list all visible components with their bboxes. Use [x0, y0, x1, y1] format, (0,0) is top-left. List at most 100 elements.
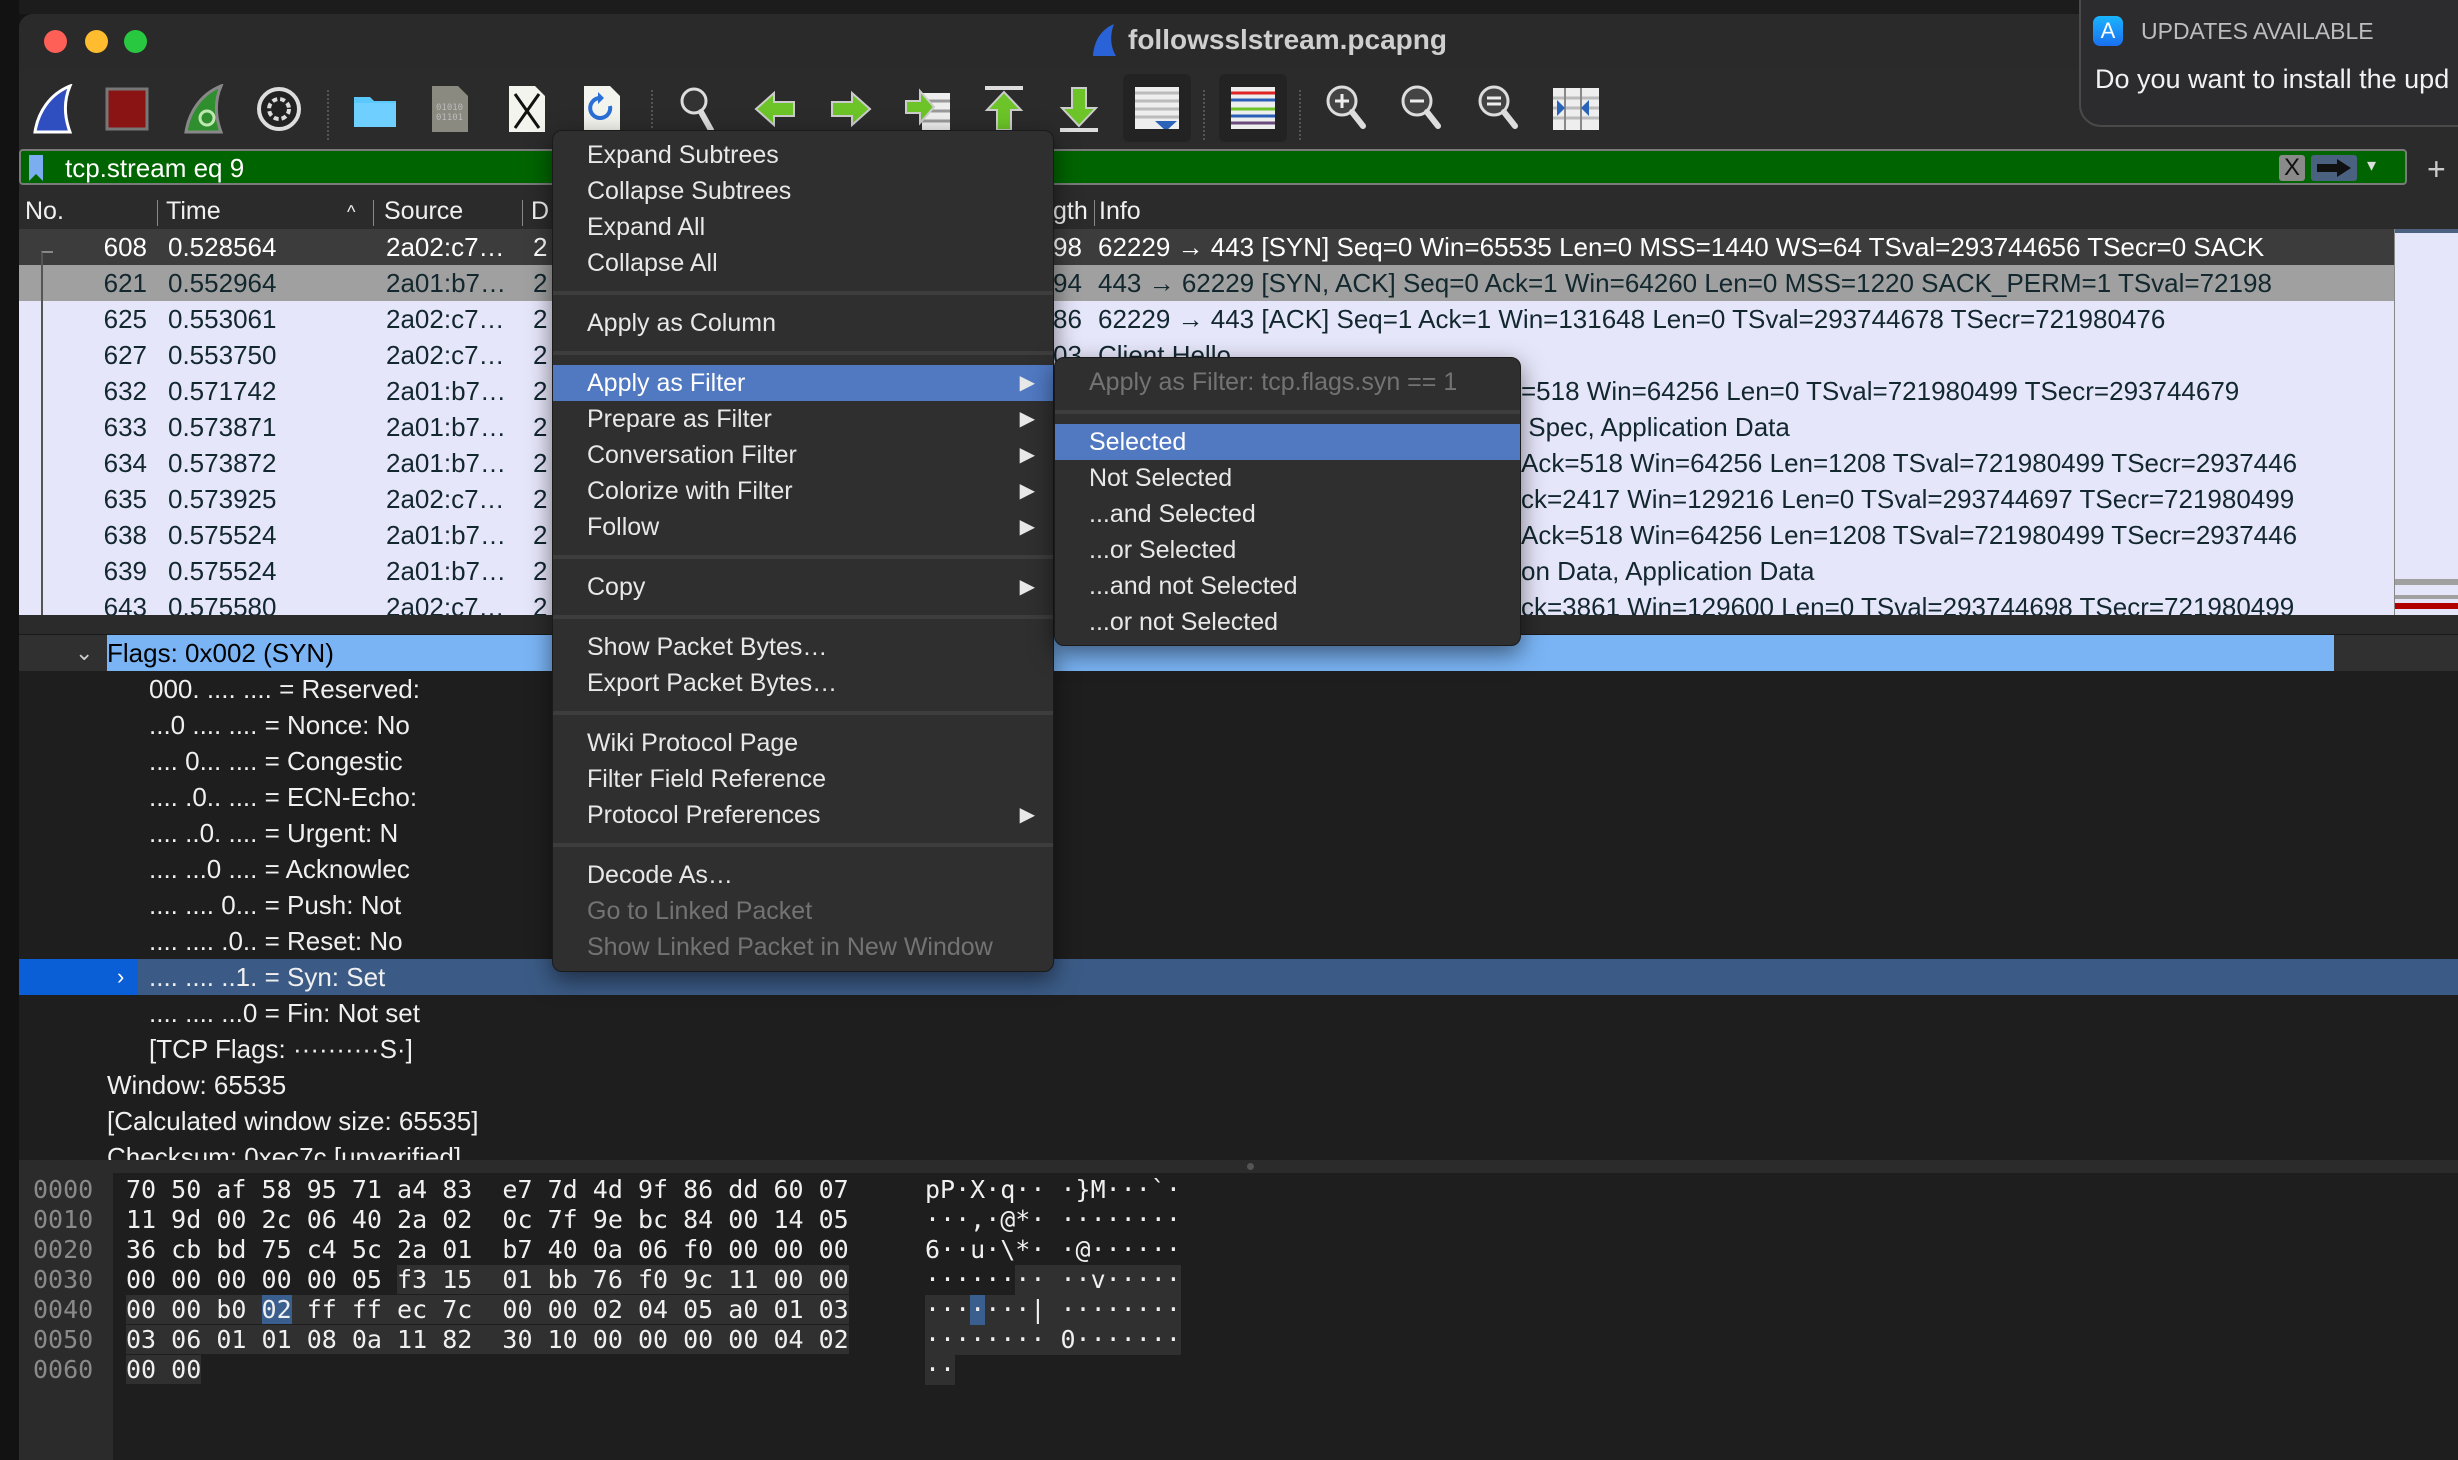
- hex-byte[interactable]: a0: [728, 1295, 759, 1324]
- menu-item-not-selected[interactable]: Not Selected: [1055, 460, 1520, 496]
- hex-byte[interactable]: 00: [637, 1325, 669, 1354]
- hex-byte[interactable]: 00: [547, 1295, 578, 1324]
- hex-byte[interactable]: 00: [126, 1295, 157, 1324]
- menu-item-wiki-protocol-page[interactable]: Wiki Protocol Page: [553, 725, 1053, 761]
- column-divider[interactable]: [522, 200, 523, 226]
- restart-capture-icon[interactable]: [178, 80, 230, 138]
- hex-byte[interactable]: 05: [819, 1205, 849, 1234]
- hex-ascii[interactable]: ·······| ········: [925, 1295, 1181, 1325]
- detail-row[interactable]: .... ..0. .... = Urgent: N: [19, 815, 2458, 851]
- menu-item-expand-all[interactable]: Expand All: [553, 209, 1053, 245]
- hex-byte[interactable]: bb: [547, 1265, 578, 1294]
- display-filter-bar[interactable]: tcp.stream eq 9 X ▾: [19, 149, 2407, 185]
- hex-byte[interactable]: f0: [683, 1235, 713, 1264]
- menu-item-copy[interactable]: Copy ▶: [553, 569, 1053, 605]
- hex-byte[interactable]: 00: [773, 1265, 804, 1294]
- detail-row[interactable]: › .... .... ..1. = Syn: Set: [19, 959, 2458, 995]
- hex-byte[interactable]: 05: [352, 1265, 382, 1294]
- hex-byte[interactable]: 00: [171, 1265, 201, 1294]
- hex-byte[interactable]: 9d: [171, 1205, 201, 1234]
- detail-row[interactable]: .... .... ...0 = Fin: Not set: [19, 995, 2458, 1031]
- hex-byte[interactable]: 00: [171, 1295, 202, 1324]
- hex-byte[interactable]: f0: [637, 1265, 669, 1294]
- hex-byte[interactable]: 00: [773, 1235, 803, 1264]
- autoscroll-icon[interactable]: [1123, 74, 1191, 142]
- hex-byte[interactable]: cb: [171, 1235, 201, 1264]
- close-window-button[interactable]: [44, 30, 67, 53]
- menu-item-expand-subtrees[interactable]: Expand Subtrees: [553, 137, 1053, 173]
- hex-byte[interactable]: 83: [442, 1175, 472, 1204]
- hex-byte[interactable]: 11: [728, 1265, 759, 1294]
- hex-byte[interactable]: 02: [592, 1295, 623, 1324]
- hex-byte[interactable]: e7: [502, 1175, 532, 1204]
- zoom-in-icon[interactable]: [1321, 80, 1373, 138]
- start-capture-icon[interactable]: [27, 80, 79, 138]
- hex-byte[interactable]: 01: [773, 1295, 804, 1324]
- column-header-length[interactable]: gth: [1053, 197, 1088, 226]
- hex-bytes[interactable]: 36 cb bd 75 c4 5c 2a 01 b7 40 0a 06 f0 0…: [126, 1235, 849, 1265]
- hex-byte[interactable]: 11: [126, 1205, 156, 1234]
- hex-byte[interactable]: f3: [397, 1265, 428, 1294]
- hex-byte[interactable]: 50: [171, 1175, 201, 1204]
- hex-byte[interactable]: 03: [818, 1295, 849, 1324]
- detail-row[interactable]: .... ...0 .... = Acknowlec: [19, 851, 2458, 887]
- menu-item-collapse-subtrees[interactable]: Collapse Subtrees: [553, 173, 1053, 209]
- hex-byte[interactable]: 58: [262, 1175, 292, 1204]
- hex-byte[interactable]: 84: [683, 1205, 713, 1234]
- hex-byte[interactable]: c4: [307, 1235, 337, 1264]
- update-notification[interactable]: A UPDATES AVAILABLE Do you want to insta…: [2079, 0, 2458, 127]
- hex-byte[interactable]: 02: [261, 1295, 292, 1324]
- menu-item-export-packet-bytes[interactable]: Export Packet Bytes…: [553, 665, 1053, 701]
- hex-byte[interactable]: 00: [216, 1265, 246, 1294]
- hex-bytes[interactable]: 00 00: [126, 1355, 202, 1385]
- detail-row[interactable]: .... .0.. .... = ECN-Echo:: [19, 779, 2458, 815]
- hex-byte[interactable]: b0: [216, 1295, 247, 1324]
- detail-row[interactable]: Checksum: 0xec7c [unverified]: [19, 1139, 2458, 1160]
- hex-byte[interactable]: 05: [683, 1295, 714, 1324]
- hex-byte[interactable]: 4d: [593, 1175, 623, 1204]
- expand-chevron-icon[interactable]: ›: [117, 959, 124, 995]
- hex-byte[interactable]: 14: [773, 1205, 803, 1234]
- hex-byte[interactable]: 06: [171, 1325, 202, 1354]
- minimize-window-button[interactable]: [85, 30, 108, 53]
- menu-item-show-packet-bytes[interactable]: Show Packet Bytes…: [553, 629, 1053, 665]
- add-filter-button[interactable]: +: [2427, 151, 2446, 188]
- hex-byte[interactable]: 06: [307, 1205, 337, 1234]
- hex-byte[interactable]: 76: [592, 1265, 623, 1294]
- hex-byte[interactable]: 40: [548, 1235, 578, 1264]
- hex-byte[interactable]: 00: [819, 1235, 849, 1264]
- hex-byte[interactable]: 03: [126, 1325, 157, 1354]
- column-header-source[interactable]: Source: [384, 197, 463, 226]
- hex-ascii[interactable]: ···,·@*· ········: [925, 1205, 1181, 1235]
- hex-byte[interactable]: 01: [442, 1235, 472, 1264]
- hex-byte[interactable]: b7: [502, 1235, 532, 1264]
- hex-byte[interactable]: 0c: [502, 1205, 532, 1234]
- column-divider[interactable]: [1094, 200, 1095, 226]
- hex-byte[interactable]: 9c: [683, 1265, 714, 1294]
- menu-item-collapse-all[interactable]: Collapse All: [553, 245, 1053, 281]
- detail-row[interactable]: [TCP Flags: ··········S·]: [19, 1031, 2458, 1067]
- hex-byte[interactable]: 01: [502, 1265, 533, 1294]
- detail-row[interactable]: 000. .... .... = Reserved:: [19, 671, 2458, 707]
- menu-item-decode-as[interactable]: Decode As…: [553, 857, 1053, 893]
- hex-byte[interactable]: 00: [592, 1325, 623, 1354]
- packet-details-tree[interactable]: ⌄ Flags: 0x002 (SYN) 000. .... .... = Rese…: [19, 635, 2458, 1160]
- bookmark-icon[interactable]: [29, 155, 43, 181]
- open-file-icon[interactable]: [349, 80, 401, 138]
- apply-filter-button[interactable]: [2311, 155, 2357, 181]
- hex-byte[interactable]: ff: [351, 1295, 382, 1324]
- packet-row[interactable]: 621 0.552964 2a01:b7… 2 94 443 → 62229 [SYN, …: [19, 265, 2394, 301]
- hex-byte[interactable]: 71: [352, 1175, 382, 1204]
- packet-row[interactable]: 625 0.553061 2a02:c7… 2 86 62229 → 443 [ACK] …: [19, 301, 2394, 337]
- hex-byte[interactable]: 00: [171, 1355, 202, 1384]
- hex-byte[interactable]: 9e: [593, 1205, 623, 1234]
- close-file-icon[interactable]: [501, 80, 553, 138]
- column-divider[interactable]: [157, 200, 158, 226]
- hex-byte[interactable]: 2a: [397, 1205, 427, 1234]
- hex-ascii[interactable]: ········ ··v·····: [925, 1265, 1181, 1295]
- hex-byte[interactable]: 00: [728, 1325, 759, 1354]
- filter-history-dropdown-icon[interactable]: ▾: [2367, 155, 2376, 176]
- colorize-icon[interactable]: [1219, 74, 1287, 142]
- hex-byte[interactable]: 11: [397, 1325, 428, 1354]
- hex-bytes[interactable]: 70 50 af 58 95 71 a4 83 e7 7d 4d 9f 86 d…: [126, 1175, 849, 1205]
